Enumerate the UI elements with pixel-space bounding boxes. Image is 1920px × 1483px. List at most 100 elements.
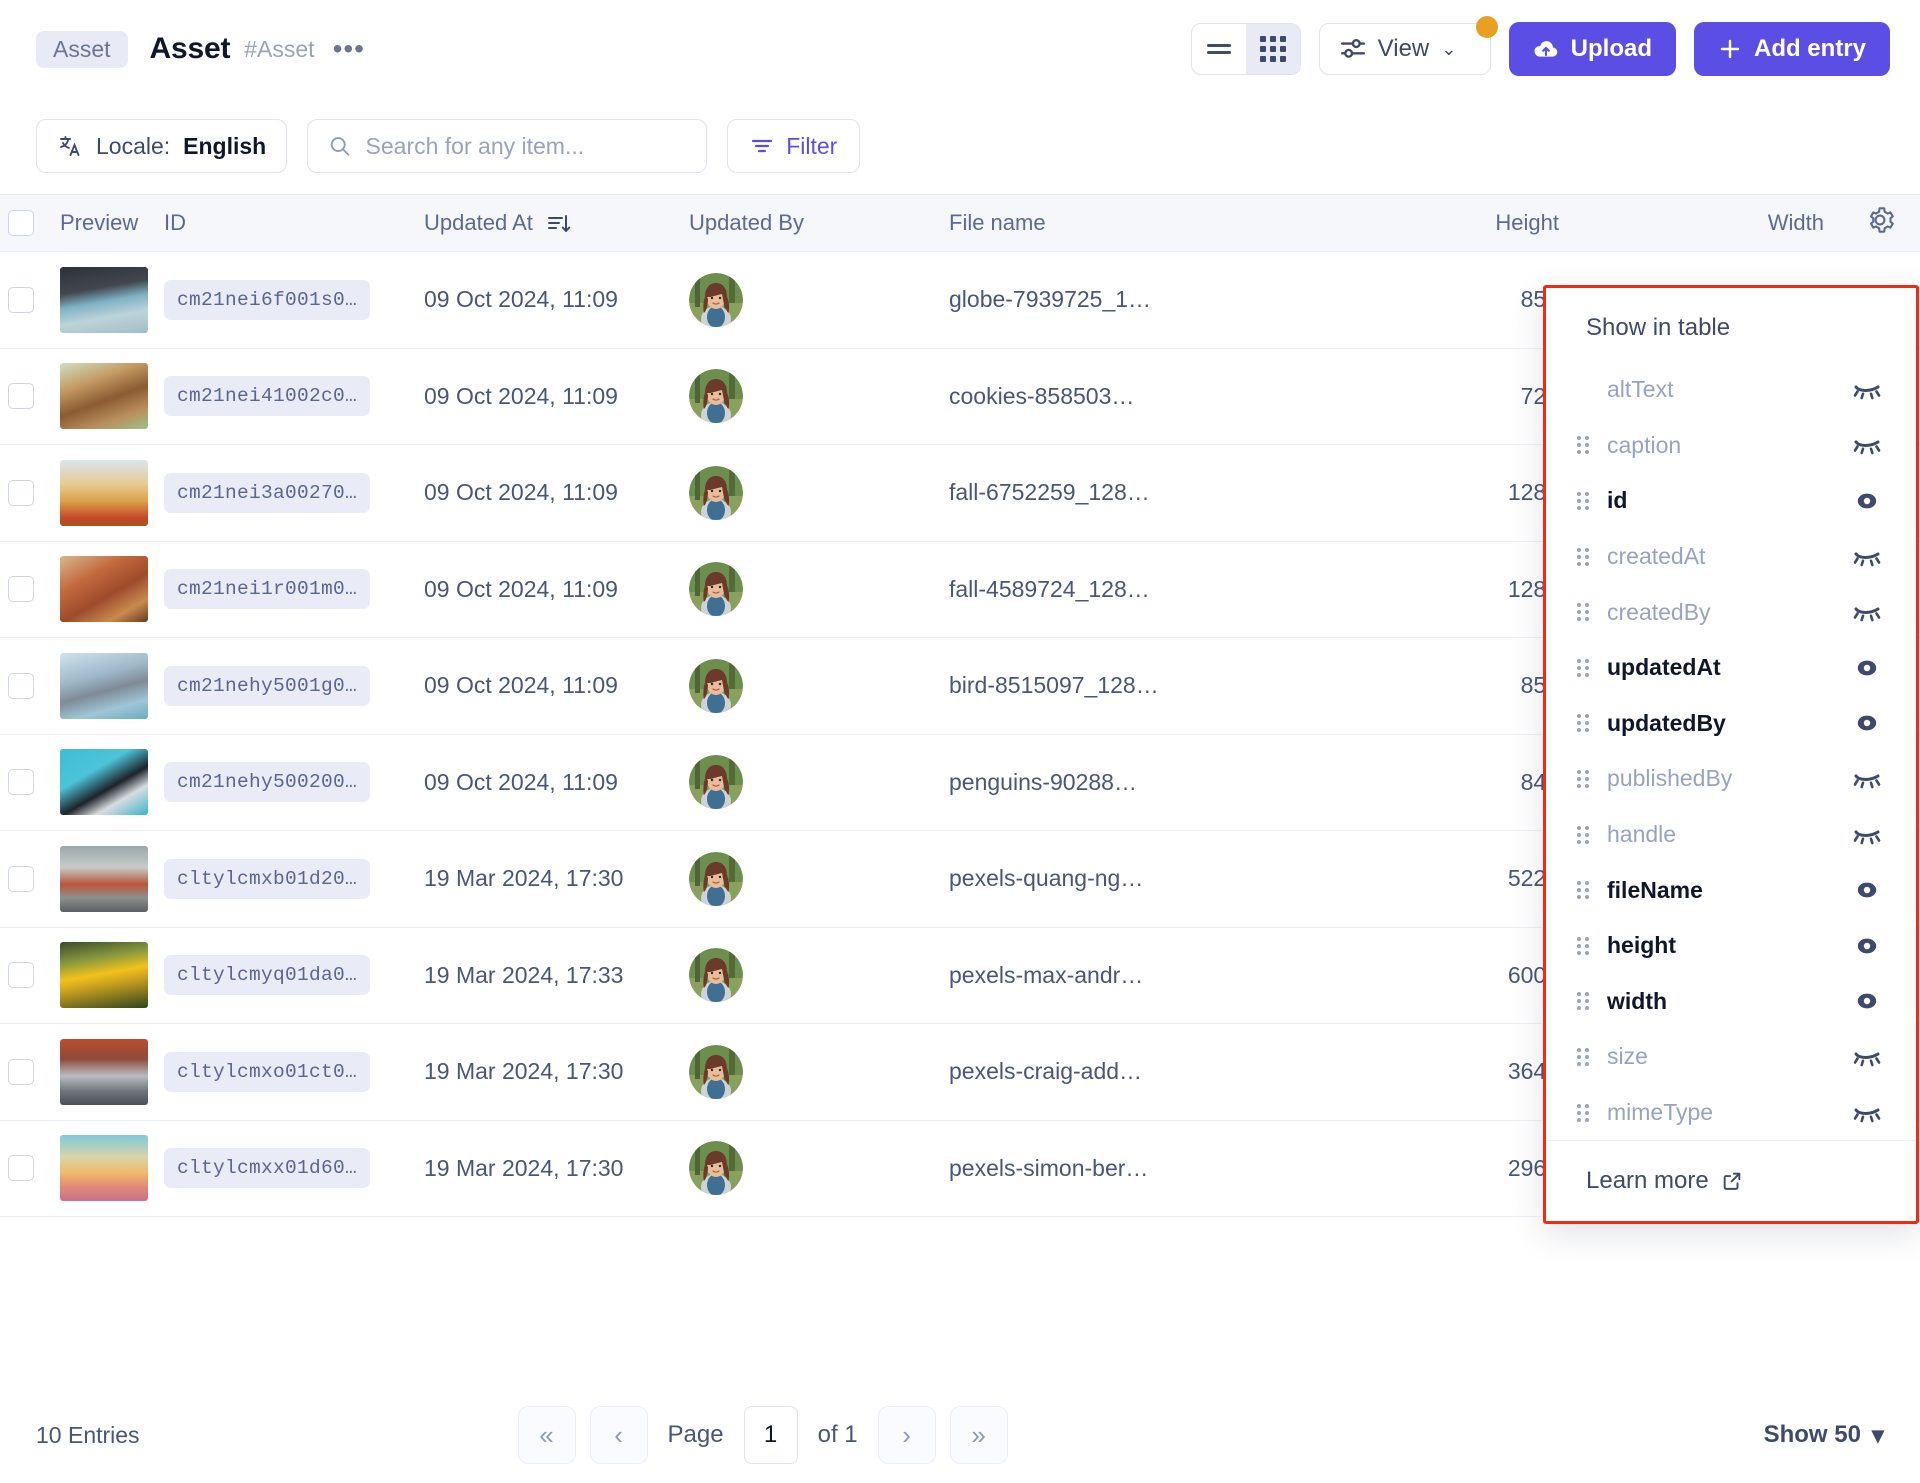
sort-descending-icon[interactable] <box>547 214 571 234</box>
row-id[interactable]: cm21nehy500200… <box>164 762 424 802</box>
row-preview[interactable] <box>34 749 164 815</box>
panel-item-updatedby[interactable]: updatedBy <box>1546 696 1916 752</box>
row-id[interactable]: cltylcmyq01da0… <box>164 955 424 995</box>
row-id[interactable]: cltylcmxo01ct0… <box>164 1052 424 1092</box>
eye-hidden-icon[interactable] <box>1850 600 1884 624</box>
panel-item-caption[interactable]: caption <box>1546 418 1916 474</box>
row-id[interactable]: cm21nei6f001s0… <box>164 280 424 320</box>
id-chip[interactable]: cm21nei1r001m0… <box>164 569 370 609</box>
id-chip[interactable]: cm21nehy5001g0… <box>164 666 370 706</box>
column-header-file-name[interactable]: File name <box>949 210 1359 236</box>
row-preview[interactable] <box>34 1039 164 1105</box>
drag-handle-icon[interactable] <box>1577 436 1593 454</box>
id-chip[interactable]: cm21nei3a00270… <box>164 473 370 513</box>
drag-handle-icon[interactable] <box>1577 1048 1593 1066</box>
eye-visible-icon[interactable] <box>1850 989 1884 1013</box>
row-id[interactable]: cm21nei41002c0… <box>164 376 424 416</box>
more-options-icon[interactable]: ••• <box>333 41 365 58</box>
gear-icon[interactable] <box>1866 206 1894 234</box>
row-checkbox[interactable] <box>8 1059 34 1085</box>
drag-handle-icon[interactable] <box>1577 770 1593 788</box>
row-id[interactable]: cltylcmxx01d60… <box>164 1148 424 1188</box>
view-button[interactable]: View ⌄ <box>1319 23 1491 75</box>
eye-visible-icon[interactable] <box>1850 711 1884 735</box>
rows-per-page-selector[interactable]: Show 50 ▾ <box>1764 1421 1884 1450</box>
page-number-input[interactable] <box>744 1406 798 1464</box>
drag-handle-icon[interactable] <box>1577 714 1593 732</box>
row-preview[interactable] <box>34 556 164 622</box>
row-checkbox[interactable] <box>8 962 34 988</box>
column-header-updated-by[interactable]: Updated By <box>689 210 949 236</box>
table-settings-button[interactable] <box>1824 206 1920 240</box>
eye-hidden-icon[interactable] <box>1850 545 1884 569</box>
row-checkbox[interactable] <box>8 673 34 699</box>
last-page-button[interactable]: » <box>950 1406 1008 1464</box>
row-id[interactable]: cm21nei1r001m0… <box>164 569 424 609</box>
column-header-preview[interactable]: Preview <box>34 210 164 236</box>
panel-item-handle[interactable]: handle <box>1546 807 1916 863</box>
next-page-button[interactable]: › <box>878 1406 936 1464</box>
eye-hidden-icon[interactable] <box>1850 1101 1884 1125</box>
column-header-width[interactable]: Width <box>1559 210 1824 236</box>
row-checkbox[interactable] <box>8 1155 34 1181</box>
panel-item-id[interactable]: id <box>1546 473 1916 529</box>
panel-item-alttext[interactable]: altText <box>1546 362 1916 418</box>
id-chip[interactable]: cltylcmxx01d60… <box>164 1148 370 1188</box>
id-chip[interactable]: cm21nei6f001s0… <box>164 280 370 320</box>
learn-more-link[interactable]: Learn more <box>1546 1140 1916 1221</box>
view-mode-toggle[interactable] <box>1191 23 1301 75</box>
eye-hidden-icon[interactable] <box>1850 433 1884 457</box>
row-checkbox[interactable] <box>8 383 34 409</box>
row-id[interactable]: cm21nehy5001g0… <box>164 666 424 706</box>
row-preview[interactable] <box>34 942 164 1008</box>
eye-visible-icon[interactable] <box>1850 489 1884 513</box>
row-preview[interactable] <box>34 653 164 719</box>
id-chip[interactable]: cltylcmyq01da0… <box>164 955 370 995</box>
id-chip[interactable]: cm21nehy500200… <box>164 762 370 802</box>
row-checkbox[interactable] <box>8 769 34 795</box>
search-input[interactable] <box>366 133 687 160</box>
eye-visible-icon[interactable] <box>1850 656 1884 680</box>
panel-item-height[interactable]: height <box>1546 918 1916 974</box>
drag-handle-icon[interactable] <box>1577 992 1593 1010</box>
column-header-height[interactable]: Height <box>1359 210 1559 236</box>
drag-handle-icon[interactable] <box>1577 881 1593 899</box>
search-box[interactable] <box>307 119 707 173</box>
eye-hidden-icon[interactable] <box>1850 378 1884 402</box>
drag-handle-icon[interactable] <box>1577 548 1593 566</box>
id-chip[interactable]: cm21nei41002c0… <box>164 376 370 416</box>
eye-hidden-icon[interactable] <box>1850 823 1884 847</box>
eye-visible-icon[interactable] <box>1850 878 1884 902</box>
panel-item-width[interactable]: width <box>1546 974 1916 1030</box>
panel-item-createdby[interactable]: createdBy <box>1546 584 1916 640</box>
row-preview[interactable] <box>34 460 164 526</box>
previous-page-button[interactable]: ‹ <box>590 1406 648 1464</box>
column-header-id[interactable]: ID <box>164 210 424 236</box>
panel-item-updatedat[interactable]: updatedAt <box>1546 640 1916 696</box>
drag-handle-icon[interactable] <box>1577 492 1593 510</box>
locale-selector[interactable]: Locale: English <box>36 119 287 173</box>
row-preview[interactable] <box>34 363 164 429</box>
select-all-checkbox[interactable] <box>8 210 34 236</box>
filter-button[interactable]: Filter <box>727 119 860 173</box>
panel-item-publishedby[interactable]: publishedBy <box>1546 751 1916 807</box>
row-checkbox[interactable] <box>8 287 34 313</box>
upload-button[interactable]: Upload <box>1509 22 1676 76</box>
row-checkbox[interactable] <box>8 480 34 506</box>
drag-handle-icon[interactable] <box>1577 1104 1593 1122</box>
drag-handle-icon[interactable] <box>1577 603 1593 621</box>
row-preview[interactable] <box>34 1135 164 1201</box>
grid-view-icon[interactable] <box>1246 24 1300 74</box>
panel-item-size[interactable]: size <box>1546 1029 1916 1085</box>
row-id[interactable]: cm21nei3a00270… <box>164 473 424 513</box>
drag-handle-icon[interactable] <box>1577 826 1593 844</box>
id-chip[interactable]: cltylcmxb01d20… <box>164 859 370 899</box>
eye-visible-icon[interactable] <box>1850 934 1884 958</box>
row-checkbox[interactable] <box>8 866 34 892</box>
id-chip[interactable]: cltylcmxo01ct0… <box>164 1052 370 1092</box>
panel-item-filename[interactable]: fileName <box>1546 862 1916 918</box>
row-preview[interactable] <box>34 846 164 912</box>
drag-handle-icon[interactable] <box>1577 937 1593 955</box>
eye-hidden-icon[interactable] <box>1850 1045 1884 1069</box>
row-id[interactable]: cltylcmxb01d20… <box>164 859 424 899</box>
